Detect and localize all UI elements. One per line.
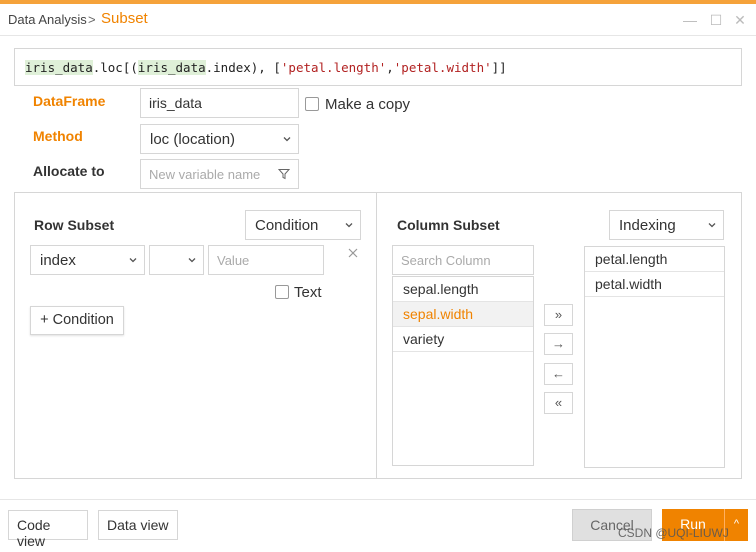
chevron-down-icon [283, 137, 291, 142]
close-icon[interactable]: ✕ [732, 12, 748, 28]
code-view-button[interactable]: Code view [8, 510, 88, 549]
code-variable: iris_data [25, 60, 93, 75]
method-select-value: loc (location) [150, 131, 236, 148]
breadcrumb-separator: > [88, 12, 96, 27]
footer-divider [0, 499, 756, 500]
chevron-down-icon [188, 258, 196, 263]
page-title: Subset [101, 10, 148, 27]
row-subset-mode-value: Condition [255, 217, 319, 234]
search-column-placeholder: Search Column [401, 253, 491, 268]
code-text: .loc[( [92, 60, 138, 75]
make-copy-checkbox[interactable] [305, 97, 319, 111]
column-subset-title: Column Subset [397, 217, 500, 233]
column-subset-mode-select[interactable]: Indexing [609, 210, 724, 240]
text-checkbox[interactable] [275, 285, 289, 299]
dataframe-label: DataFrame [33, 93, 106, 109]
condition-column-value: index [40, 252, 76, 269]
code-line: iris_data.loc[(iris_data.index), ['petal… [25, 60, 507, 75]
code-string: 'petal.width' [393, 60, 492, 75]
condition-value-placeholder: Value [217, 253, 250, 268]
filter-icon[interactable] [278, 168, 290, 180]
condition-value-input[interactable]: Value [208, 245, 324, 275]
move-all-right-button[interactable]: » [544, 304, 573, 326]
list-item[interactable]: petal.width [585, 272, 724, 297]
row-subset-title: Row Subset [34, 217, 115, 233]
make-copy-label: Make a copy [325, 96, 411, 113]
method-label: Method [33, 128, 83, 144]
chosen-columns-list: petal.length petal.width [584, 246, 725, 468]
code-preview: iris_data.loc[(iris_data.index), ['petal… [14, 48, 742, 86]
allocate-input[interactable]: New variable name [140, 159, 299, 189]
list-item[interactable]: sepal.length [393, 277, 533, 302]
code-text: .index), [ [205, 60, 281, 75]
title-bar: Data Analysis > Subset — ☐ ✕ [0, 4, 756, 36]
code-text: , [386, 60, 394, 75]
list-item[interactable]: sepal.width [393, 302, 533, 327]
method-select[interactable]: loc (location) [140, 124, 299, 154]
minimize-icon[interactable]: — [682, 12, 698, 28]
move-left-button[interactable]: ← [544, 363, 573, 385]
code-string: 'petal.length' [280, 60, 387, 75]
add-condition-button[interactable]: + Condition [30, 306, 124, 335]
list-item[interactable]: petal.length [585, 247, 724, 272]
move-all-left-button[interactable]: « [544, 392, 573, 414]
allocate-placeholder: New variable name [149, 167, 261, 182]
available-columns-list: sepal.length sepal.width variety [392, 276, 534, 466]
code-variable: iris_data [137, 60, 206, 75]
chevron-down-icon [129, 258, 137, 263]
chevron-down-icon [708, 223, 716, 228]
list-item[interactable]: variety [393, 327, 533, 352]
move-right-button[interactable]: → [544, 333, 573, 355]
watermark: CSDN @UQI-LIUWJ [618, 526, 729, 540]
panel-divider [376, 192, 377, 479]
breadcrumb-data-analysis[interactable]: Data Analysis [8, 12, 87, 27]
chevron-down-icon [345, 223, 353, 228]
maximize-icon[interactable]: ☐ [708, 12, 724, 28]
allocate-label: Allocate to [33, 163, 105, 179]
dataframe-input[interactable]: iris_data [140, 88, 299, 118]
data-view-button[interactable]: Data view [98, 510, 178, 540]
code-text: ]] [491, 60, 507, 75]
search-column-input[interactable]: Search Column [392, 245, 534, 275]
text-checkbox-label: Text [294, 284, 322, 301]
condition-operator-select[interactable] [149, 245, 204, 275]
condition-column-select[interactable]: index [30, 245, 145, 275]
remove-condition-icon[interactable] [348, 248, 358, 258]
column-subset-mode-value: Indexing [619, 217, 676, 234]
row-subset-mode-select[interactable]: Condition [245, 210, 361, 240]
